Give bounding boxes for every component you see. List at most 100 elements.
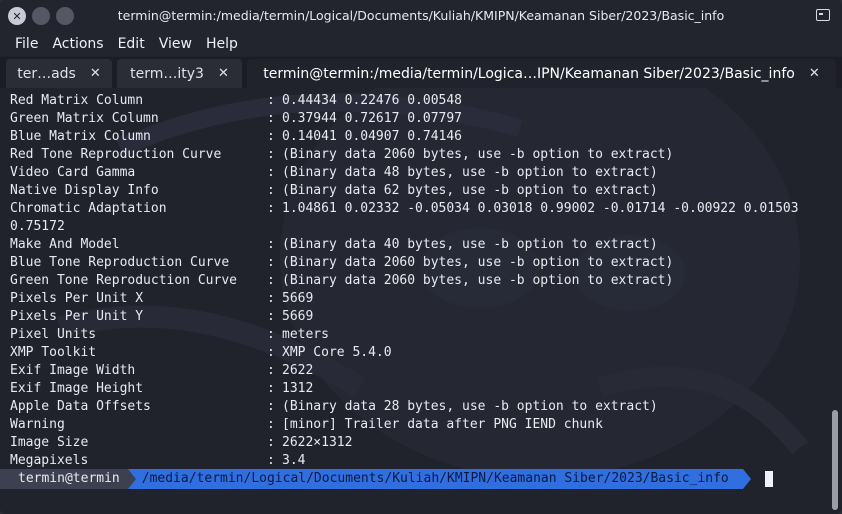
output-value: 3.4 bbox=[282, 453, 306, 468]
output-row: 0.75172 bbox=[10, 218, 799, 236]
scrollbar-thumb[interactable] bbox=[832, 410, 838, 510]
output-separator: : bbox=[267, 111, 275, 126]
output-separator: : bbox=[267, 291, 275, 306]
tab-close-icon[interactable]: ✕ bbox=[218, 66, 229, 81]
output-key: XMP Toolkit bbox=[10, 345, 97, 360]
output-separator: : bbox=[267, 453, 275, 468]
output-key: Chromatic Adaptation bbox=[10, 201, 167, 216]
terminal-output-area[interactable]: Red Matrix Column:0.44434 0.22476 0.0054… bbox=[0, 88, 842, 514]
output-value: (Binary data 28 bytes, use -b option to … bbox=[282, 399, 658, 414]
output-key: Pixels Per Unit Y bbox=[10, 309, 144, 324]
output-key: Exif Image Width bbox=[10, 363, 136, 378]
output-key: Image Size bbox=[10, 435, 89, 450]
output-separator: : bbox=[267, 147, 275, 162]
output-separator: : bbox=[267, 327, 275, 342]
output-key: Exif Image Height bbox=[10, 381, 144, 396]
output-value: (Binary data 62 bytes, use -b option to … bbox=[282, 183, 658, 198]
menu-view[interactable]: View bbox=[159, 36, 192, 52]
output-row: Red Matrix Column:0.44434 0.22476 0.0054… bbox=[10, 92, 799, 110]
menu-actions[interactable]: Actions bbox=[52, 36, 103, 52]
window-title: termin@termin:/media/termin/Logical/Docu… bbox=[117, 8, 725, 23]
shell-prompt[interactable]: termin@termin /media/termin/Logical/Docu… bbox=[0, 469, 773, 489]
tab-close-icon[interactable]: ✕ bbox=[809, 66, 820, 81]
output-row: Exif Image Width:2622 bbox=[10, 362, 799, 380]
output-key: Megapixels bbox=[10, 453, 89, 468]
menu-help[interactable]: Help bbox=[206, 36, 238, 52]
output-row: XMP Toolkit: XMP Core 5.4.0 bbox=[10, 344, 799, 362]
text-cursor bbox=[764, 471, 773, 487]
output-key: Blue Matrix Column bbox=[10, 129, 151, 144]
output-value: (Binary data 48 bytes, use -b option to … bbox=[282, 165, 658, 180]
tab-label: termin@termin:/media/termin/Logica…IPN/K… bbox=[263, 65, 795, 82]
output-value: (Binary data 2060 bytes, use -b option t… bbox=[282, 273, 674, 288]
output-value: (Binary data 40 bytes, use -b option to … bbox=[282, 237, 658, 252]
tab-2[interactable]: term…ity3 ✕ bbox=[117, 59, 242, 88]
prompt-path: /media/termin/Logical/Documents/Kuliah/K… bbox=[127, 469, 751, 489]
output-separator: : bbox=[267, 129, 275, 144]
output-separator: : bbox=[267, 309, 275, 324]
menu-file[interactable]: File bbox=[15, 36, 38, 52]
output-separator: : bbox=[267, 399, 275, 414]
output-separator: : bbox=[267, 237, 275, 252]
menu-bar: File Actions Edit View Help bbox=[0, 32, 842, 56]
prompt-user: termin@termin bbox=[0, 469, 128, 489]
output-key: Blue Tone Reproduction Curve bbox=[10, 255, 230, 270]
output-key: Pixels Per Unit X bbox=[10, 291, 144, 306]
output-row: Exif Image Height:1312 bbox=[10, 380, 799, 398]
output-separator: : bbox=[267, 165, 275, 180]
output-value: 1312 bbox=[282, 381, 314, 396]
output-separator: : bbox=[267, 417, 275, 432]
output-row: Warning: [minor] Trailer data after PNG I… bbox=[10, 416, 799, 434]
output-row: Blue Tone Reproduction Curve: (Binary dat… bbox=[10, 254, 799, 272]
command-output: Red Matrix Column:0.44434 0.22476 0.0054… bbox=[10, 92, 799, 470]
output-key: Green Tone Reproduction Curve bbox=[10, 273, 237, 288]
output-row: Apple Data Offsets: (Binary data 28 bytes… bbox=[10, 398, 799, 416]
output-separator: : bbox=[267, 201, 275, 216]
output-separator: : bbox=[267, 255, 275, 270]
tab-1[interactable]: ter…ads ✕ bbox=[6, 59, 112, 88]
terminal-window: ✕ termin@termin:/media/termin/Logical/Do… bbox=[0, 0, 842, 514]
output-value: 5669 bbox=[282, 291, 314, 306]
output-row: Make And Model: (Binary data 40 bytes, us… bbox=[10, 236, 799, 254]
output-value: 0.44434 0.22476 0.00548 bbox=[282, 93, 463, 108]
output-key: Red Matrix Column bbox=[10, 93, 144, 108]
output-key: Native Display Info bbox=[10, 183, 159, 198]
output-key: Green Matrix Column bbox=[10, 111, 159, 126]
output-value: [minor] Trailer data after PNG IEND chun… bbox=[282, 417, 603, 432]
output-row: Green Tone Reproduction Curve: (Binary da… bbox=[10, 272, 799, 290]
output-row: Chromatic Adaptation:1.04861 0.02332 -0.… bbox=[10, 200, 799, 218]
output-row: Blue Matrix Column:0.14041 0.04907 0.741… bbox=[10, 128, 799, 146]
output-value: 0.37944 0.72617 0.07797 bbox=[282, 111, 463, 126]
output-key: Make And Model bbox=[10, 237, 120, 252]
output-row: Megapixels:3.4 bbox=[10, 452, 799, 470]
output-row: Video Card Gamma: (Binary data 48 bytes, … bbox=[10, 164, 799, 182]
output-value: (Binary data 2060 bytes, use -b option t… bbox=[282, 255, 674, 270]
menu-edit[interactable]: Edit bbox=[118, 36, 145, 52]
title-bar: ✕ termin@termin:/media/termin/Logical/Do… bbox=[0, 0, 842, 32]
output-value: 2622 bbox=[282, 363, 314, 378]
output-key: Apple Data Offsets bbox=[10, 399, 151, 414]
output-value: XMP Core 5.4.0 bbox=[282, 345, 392, 360]
tab-close-icon[interactable]: ✕ bbox=[90, 66, 101, 81]
output-value: 2622×1312 bbox=[282, 435, 353, 450]
output-separator: : bbox=[267, 363, 275, 378]
window-menu-icon[interactable] bbox=[816, 9, 830, 21]
output-key: Pixel Units bbox=[10, 327, 97, 342]
tab-label: ter…ads bbox=[17, 65, 76, 82]
output-separator: : bbox=[267, 345, 275, 360]
output-row: Pixel Units: meters bbox=[10, 326, 799, 344]
tab-3-active[interactable]: termin@termin:/media/termin/Logica…IPN/K… bbox=[247, 59, 836, 88]
output-row: Native Display Info: (Binary data 62 byte… bbox=[10, 182, 799, 200]
output-row: Pixels Per Unit X:5669 bbox=[10, 290, 799, 308]
tab-label: term…ity3 bbox=[130, 65, 204, 82]
output-separator: : bbox=[267, 183, 275, 198]
output-separator: : bbox=[267, 381, 275, 396]
output-value: meters bbox=[282, 327, 329, 342]
output-value: 5669 bbox=[282, 309, 314, 324]
output-separator: : bbox=[267, 435, 275, 450]
tab-bar: ter…ads ✕ term…ity3 ✕ termin@termin:/med… bbox=[0, 57, 842, 88]
output-separator: : bbox=[267, 93, 275, 108]
output-row: Green Matrix Column:0.37944 0.72617 0.07… bbox=[10, 110, 799, 128]
output-key: Video Card Gamma bbox=[10, 165, 136, 180]
output-row: Red Tone Reproduction Curve: (Binary data… bbox=[10, 146, 799, 164]
